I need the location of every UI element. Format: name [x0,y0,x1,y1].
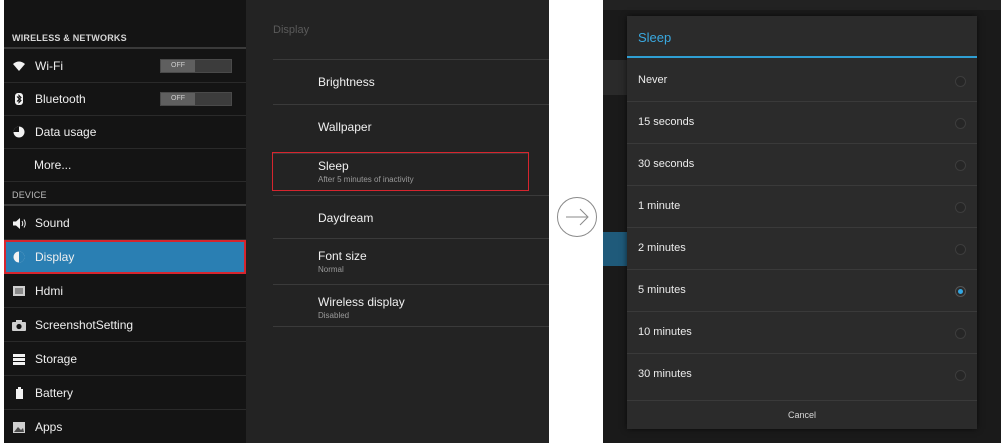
sidebar-item-label: ScreenshotSetting [35,318,134,332]
data-usage-icon [12,125,26,139]
setting-title: Wireless display [318,295,405,309]
setting-title: Wallpaper [318,120,372,134]
sidebar-item-screenshot-setting[interactable]: ScreenshotSetting [4,309,246,342]
wireless-display-setting[interactable]: Wireless display Disabled [273,284,549,327]
brightness-setting[interactable]: Brightness [273,59,549,102]
option-label: 30 minutes [638,368,692,380]
sidebar-item-label: Data usage [35,125,97,139]
background-bar [603,0,1001,10]
speaker-icon [12,216,26,230]
camera-icon [12,318,26,332]
dialog-title: Sleep [627,16,977,58]
option-label: 10 minutes [638,326,692,338]
wifi-icon [12,59,26,73]
setting-summary: After 5 minutes of inactivity [318,175,414,184]
storage-icon [12,352,26,366]
setting-title: Font size [318,249,367,263]
setting-summary: Disabled [318,311,350,320]
bluetooth-icon [12,92,26,106]
option-label: 2 minutes [638,242,686,254]
option-label: 15 seconds [638,116,695,128]
display-settings-pane: Display Brightness Wallpaper Sleep After… [246,0,549,443]
sidebar-item-label: Sound [35,216,70,230]
settings-screen: WIRELESS & NETWORKS Wi-Fi OFF Bluetooth … [4,0,549,443]
option-5-minutes[interactable]: 5 minutes [627,270,977,312]
sidebar-item-sound[interactable]: Sound [4,207,246,240]
option-30-seconds[interactable]: 30 seconds [627,144,977,186]
hdmi-icon [12,284,26,298]
background-selected-row [603,232,627,266]
option-label: 1 minute [638,200,681,212]
cancel-button[interactable]: Cancel [627,400,977,429]
setting-title: Sleep [318,159,349,173]
arrow-right-icon [557,197,597,237]
page-title: Display [273,24,310,36]
bluetooth-toggle[interactable]: OFF [160,92,232,106]
option-never[interactable]: Never [627,60,977,102]
option-label: 30 seconds [638,158,695,170]
option-2-minutes[interactable]: 2 minutes [627,228,977,270]
sidebar-item-more[interactable]: More... [4,149,246,182]
sidebar-item-label: More... [34,158,72,172]
sidebar-item-hdmi[interactable]: Hdmi [4,275,246,308]
radio-button[interactable] [955,160,966,171]
sidebar-item-bluetooth[interactable]: Bluetooth OFF [4,83,246,116]
option-10-minutes[interactable]: 10 minutes [627,312,977,354]
option-label: Never [638,74,668,86]
option-1-minute[interactable]: 1 minute [627,186,977,228]
sidebar-item-display[interactable]: Display [4,240,246,274]
wallpaper-setting[interactable]: Wallpaper [273,104,549,147]
radio-button[interactable] [955,202,966,213]
device-header: DEVICE [4,184,246,206]
option-label: 5 minutes [638,284,686,296]
wifi-toggle[interactable]: OFF [160,59,232,73]
font-size-setting[interactable]: Font size Normal [273,238,549,281]
daydream-setting[interactable]: Daydream [273,195,549,238]
sidebar-item-label: Hdmi [35,284,64,298]
radio-button[interactable] [955,370,966,381]
setting-title: Daydream [318,211,374,225]
sidebar-item-data-usage[interactable]: Data usage [4,116,246,149]
radio-button[interactable] [955,76,966,87]
sleep-dialog: Sleep Never 15 seconds 30 seconds 1 minu… [627,16,977,429]
apps-icon [12,420,26,434]
sidebar-item-label: Display [35,249,75,264]
sleep-setting[interactable]: Sleep After 5 minutes of inactivity [272,152,529,191]
sleep-dialog-screen: Sleep Never 15 seconds 30 seconds 1 minu… [603,0,1001,443]
sidebar-item-label: Apps [35,420,63,434]
sidebar-item-apps[interactable]: Apps [4,411,246,443]
sidebar-item-label: Battery [35,386,74,400]
settings-categories-pane: WIRELESS & NETWORKS Wi-Fi OFF Bluetooth … [4,0,246,443]
sidebar-item-label: Storage [35,352,78,366]
battery-icon [12,386,26,400]
radio-button[interactable] [955,118,966,129]
sidebar-item-wifi[interactable]: Wi-Fi OFF [4,50,246,83]
radio-button[interactable] [955,328,966,339]
sidebar-item-storage[interactable]: Storage [4,343,246,376]
wireless-networks-header: WIRELESS & NETWORKS [4,27,246,49]
sidebar-item-label: Bluetooth [35,92,86,106]
option-15-seconds[interactable]: 15 seconds [627,102,977,144]
background-row [603,60,627,95]
radio-button[interactable] [955,244,966,255]
option-30-minutes[interactable]: 30 minutes [627,354,977,396]
sidebar-item-label: Wi-Fi [35,59,63,73]
display-icon [12,250,26,264]
setting-summary: Normal [318,265,344,274]
sidebar-item-battery[interactable]: Battery [4,377,246,410]
radio-button-selected[interactable] [955,286,966,297]
setting-title: Brightness [318,75,375,89]
